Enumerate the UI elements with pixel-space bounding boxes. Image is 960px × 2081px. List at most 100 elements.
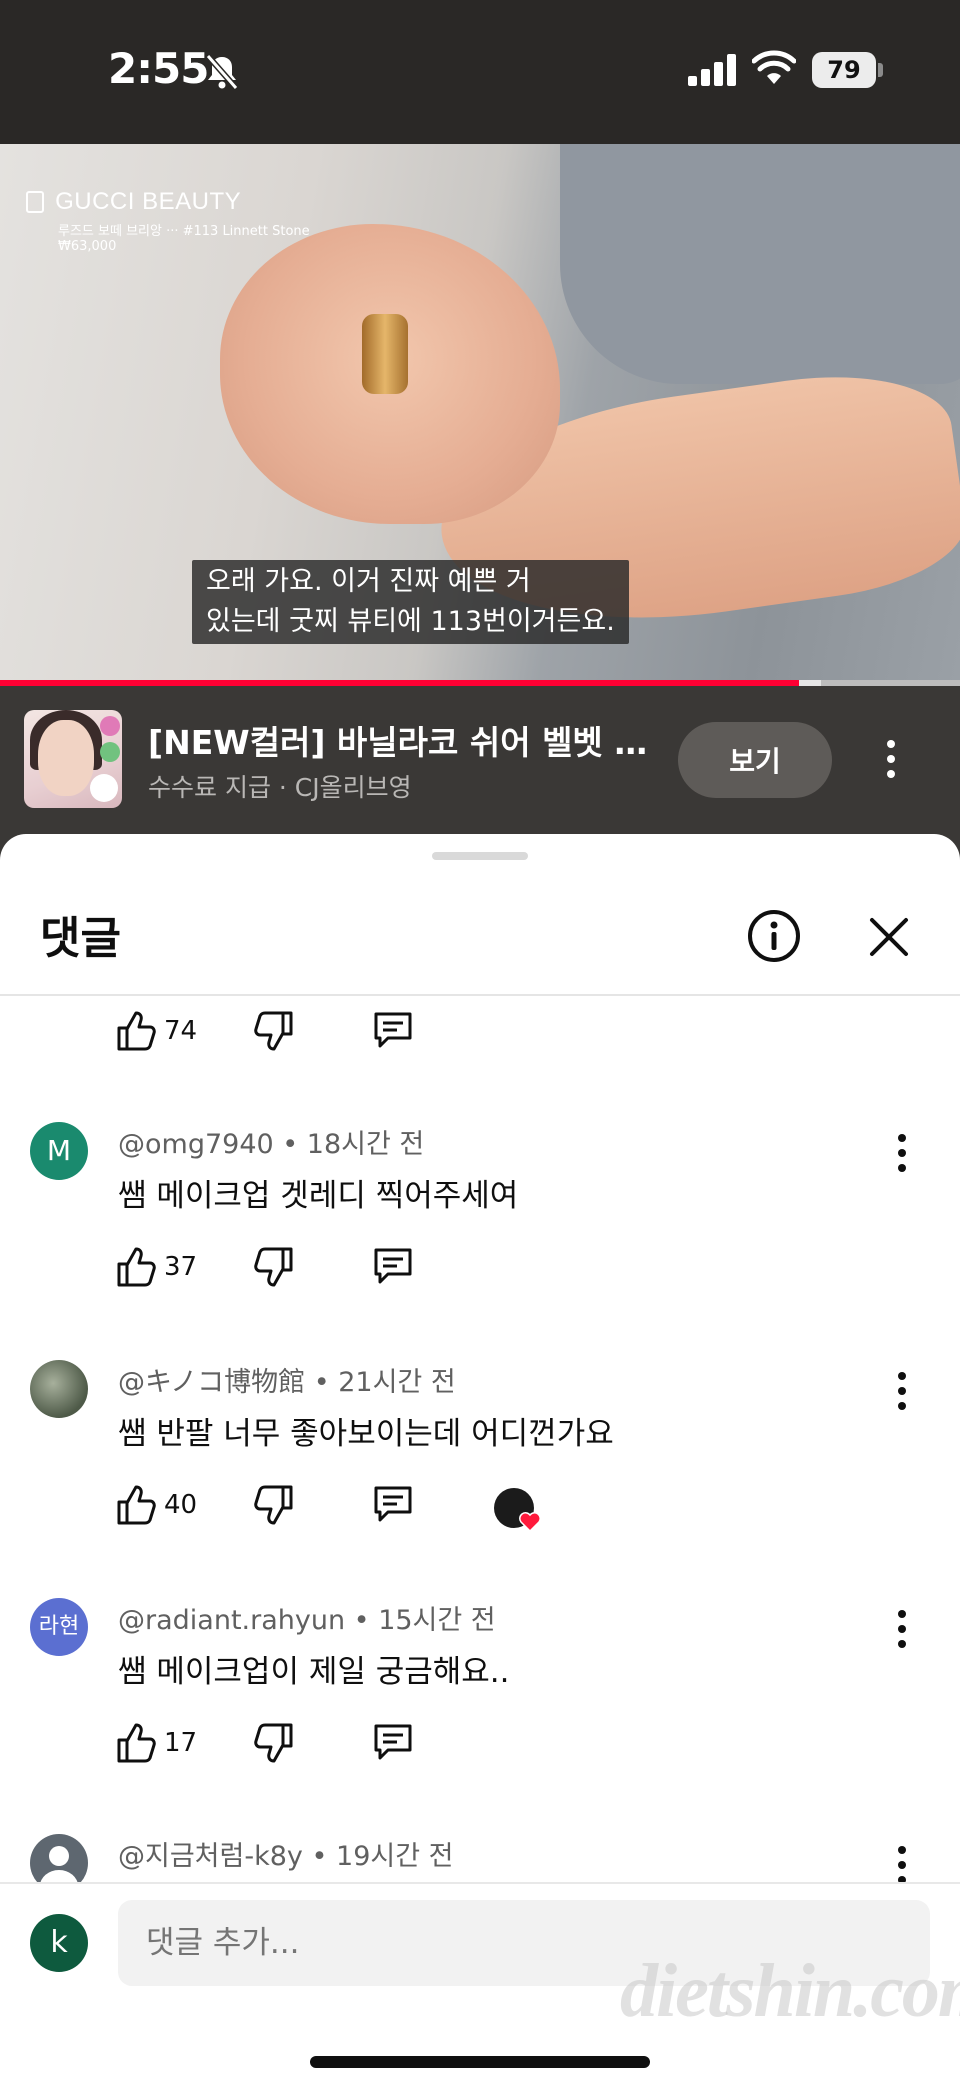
more-vert-icon[interactable] <box>888 1130 916 1176</box>
sheet-divider <box>0 994 960 996</box>
comment-item: @キノコ博物館 • 21시간 전 쌤 반팔 너무 좋아보이는데 어디껀가요 40 <box>0 1360 960 1540</box>
reply-icon <box>374 1012 412 1048</box>
comment-actions: 40 <box>116 1484 816 1534</box>
like-button[interactable]: 74 <box>116 1010 197 1052</box>
thumb-badge <box>100 742 120 762</box>
video-lipstick <box>362 314 408 394</box>
home-indicator[interactable] <box>310 2056 650 2068</box>
brand-name: GUCCI BEAUTY <box>55 188 242 215</box>
battery-cap <box>878 63 883 77</box>
more-vert-icon[interactable] <box>888 1606 916 1652</box>
product-title[interactable]: [NEW컬러] 바닐라코 쉬어 벨벳 베... <box>148 716 648 764</box>
thumb-badge <box>90 774 118 802</box>
thumbs-up-icon <box>117 1247 156 1287</box>
thumb-face <box>38 720 94 796</box>
video-caption: 오래 가요. 이거 진짜 예쁜 거 있는데 굿찌 뷰티에 113번이거든요. <box>192 560 629 644</box>
like-button[interactable]: 17 <box>116 1722 197 1764</box>
reply-button[interactable] <box>372 1484 414 1524</box>
like-button[interactable]: 40 <box>116 1484 197 1526</box>
comment-actions: 17 <box>116 1722 816 1772</box>
more-vert-icon[interactable] <box>888 1842 916 1882</box>
close-icon[interactable] <box>868 916 910 958</box>
avatar[interactable]: M <box>30 1122 88 1180</box>
comment-composer: k dietshin.com <box>0 1882 960 2081</box>
info-icon[interactable] <box>746 908 802 964</box>
heart-icon <box>519 1512 541 1533</box>
video-shirt <box>560 144 960 384</box>
drag-handle[interactable] <box>432 852 528 860</box>
bell-muted-icon <box>205 54 239 90</box>
thumbs-down-icon <box>254 1247 293 1287</box>
comment-actions: 74 <box>116 1010 816 1060</box>
view-product-button[interactable]: 보기 <box>678 722 832 798</box>
meta-separator: • <box>311 1841 337 1872</box>
comment-time: 21시간 전 <box>338 1367 456 1398</box>
video-player[interactable]: GUCCI BEAUTY 루즈드 보떼 브리앙 ··· #113 Linnett… <box>0 144 960 686</box>
creator-heart <box>494 1488 544 1538</box>
thumbs-up-icon <box>117 1485 156 1525</box>
like-count: 37 <box>164 1252 198 1282</box>
sheet-title: 댓글 <box>40 913 121 964</box>
dislike-button[interactable] <box>254 1246 294 1288</box>
comment-item: M @omg7940 • 18시간 전 쌤 메이크업 겟레디 찍어주세여 37 <box>0 1122 960 1302</box>
thumb-badge <box>100 716 120 736</box>
like-count: 17 <box>164 1728 198 1758</box>
meta-separator: • <box>353 1605 379 1636</box>
brand-overlay: GUCCI BEAUTY 루즈드 보떼 브리앙 ··· #113 Linnett… <box>26 188 310 254</box>
reply-icon <box>374 1486 412 1522</box>
thumbs-down-icon <box>254 1723 293 1763</box>
more-vert-icon[interactable] <box>888 1368 916 1414</box>
caption-line-2: 있는데 굿찌 뷰티에 113번이거든요. <box>206 606 615 637</box>
avatar[interactable] <box>30 1834 88 1882</box>
dislike-button[interactable] <box>254 1010 294 1052</box>
comment-time: 15시간 전 <box>378 1605 496 1636</box>
product-banner[interactable]: [NEW컬러] 바닐라코 쉬어 벨벳 베... 수수료 지급 · CJ올리브영 … <box>0 686 960 834</box>
comment-meta: @radiant.rahyun • 15시간 전 <box>118 1598 496 1637</box>
product-subtitle: 수수료 지급 · CJ올리브영 <box>148 773 412 802</box>
watermark: dietshin.com <box>620 1949 960 2033</box>
meta-separator: • <box>282 1129 307 1160</box>
product-thumbnail <box>24 710 122 808</box>
like-count: 40 <box>164 1490 198 1520</box>
status-time: 2:55 <box>108 44 209 93</box>
wifi-icon <box>752 50 796 84</box>
comment-actions: 37 <box>116 1246 816 1296</box>
like-count: 74 <box>164 1016 198 1046</box>
thumbs-up-icon <box>117 1723 156 1763</box>
brand-price: ₩63,000 <box>58 239 117 254</box>
dislike-button[interactable] <box>254 1484 294 1526</box>
cellular-signal-icon <box>688 54 736 86</box>
my-avatar[interactable]: k <box>30 1914 88 1972</box>
comment-meta: @キノコ博物館 • 21시간 전 <box>118 1360 456 1399</box>
meta-separator: • <box>313 1367 339 1398</box>
comment-author[interactable]: @radiant.rahyun <box>118 1605 345 1636</box>
comment-item: 라현 @radiant.rahyun • 15시간 전 쌤 메이크업이 제일 궁… <box>0 1598 960 1778</box>
battery-indicator: 79 <box>812 52 876 88</box>
comment-meta: @omg7940 • 18시간 전 <box>118 1122 424 1161</box>
avatar[interactable]: 라현 <box>30 1598 88 1656</box>
comment-author[interactable]: @지금처럼-k8y <box>118 1841 303 1872</box>
comment-time: 19시간 전 <box>336 1841 454 1872</box>
comment-text: 쌤 메이크업이 제일 궁금해요.. <box>118 1654 510 1690</box>
reply-icon <box>374 1724 412 1760</box>
reply-button[interactable] <box>372 1722 414 1762</box>
reply-icon <box>374 1248 412 1284</box>
bag-icon <box>26 191 44 213</box>
caption-line-1: 오래 가요. 이거 진짜 예쁜 거 <box>206 566 531 597</box>
comment-author[interactable]: @キノコ博物館 <box>118 1367 305 1398</box>
person-icon <box>40 1846 78 1882</box>
comment-author[interactable]: @omg7940 <box>118 1129 274 1160</box>
comment-item: @지금처럼-k8y • 19시간 전 <box>0 1834 960 1882</box>
comment-time: 18시간 전 <box>306 1129 425 1160</box>
reply-button[interactable] <box>372 1010 414 1050</box>
comment-text: 쌤 메이크업 겟레디 찍어주세여 <box>118 1178 519 1214</box>
avatar[interactable] <box>30 1360 88 1418</box>
comment-meta: @지금처럼-k8y • 19시간 전 <box>118 1834 453 1873</box>
brand-product: 루즈드 보떼 브리앙 ··· #113 Linnett Stone <box>58 224 310 239</box>
status-bar: 2:55 79 <box>0 0 960 144</box>
like-button[interactable]: 37 <box>116 1246 197 1288</box>
thumbs-up-icon <box>117 1011 156 1051</box>
more-vert-icon[interactable] <box>876 736 906 782</box>
reply-button[interactable] <box>372 1246 414 1286</box>
dislike-button[interactable] <box>254 1722 294 1764</box>
